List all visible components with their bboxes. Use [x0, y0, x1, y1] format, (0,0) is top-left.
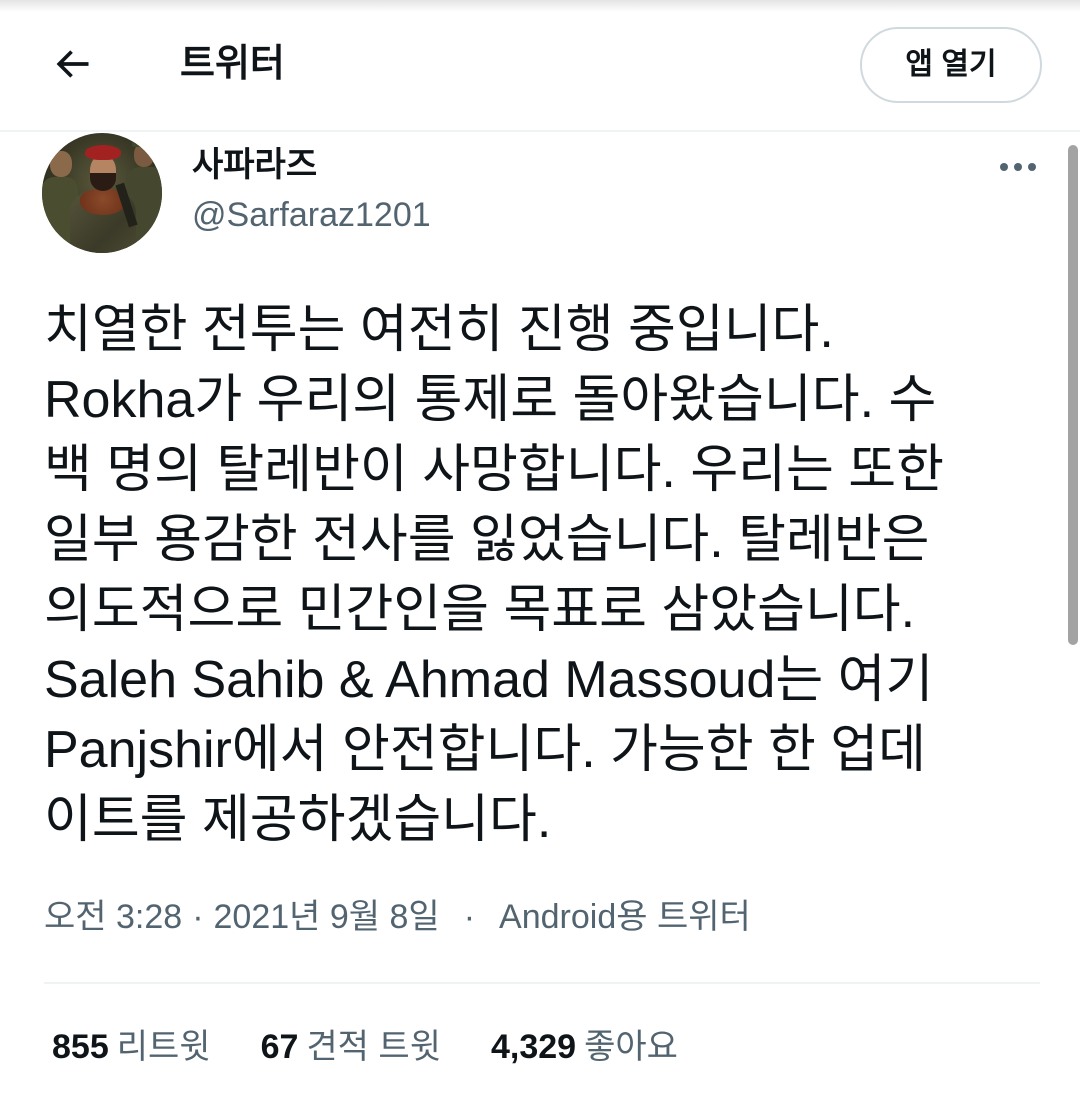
likes-stat[interactable]: 4,329 좋아요	[491, 1027, 678, 1067]
avatar[interactable]	[42, 133, 162, 253]
meta-separator: ·	[192, 898, 204, 936]
quote-tweets-count: 67	[260, 1028, 299, 1066]
tweet-line: 치열한 전투는 여전히 진행 중입니다.	[44, 301, 834, 359]
back-arrow-icon	[56, 50, 89, 78]
quote-tweets-label: 견적 트윗	[306, 1028, 441, 1066]
scrollbar-thumb[interactable]	[1068, 145, 1078, 645]
tweet-page: 트위터 앱 열기 사파라즈 @Sarfaraz1201 치열한 전투는 여전히 …	[0, 0, 1080, 1098]
page-title: 트위터	[180, 43, 285, 85]
back-button[interactable]	[48, 40, 96, 88]
tweet-line: 일부 용감한 전사를 잃었습니다. 탈레반은	[44, 511, 930, 569]
retweets-stat[interactable]: 855 리트윗	[52, 1027, 211, 1067]
tweet-stats: 855 리트윗 67 견적 트윗 4,329 좋아요	[52, 1027, 1042, 1067]
tweet-text: 치열한 전투는 여전히 진행 중입니다. Rokha가 우리의 통제로 돌아왔습…	[44, 295, 1044, 855]
tweet-line: 백 명의 탈레반이 사망합니다. 우리는 또한	[44, 441, 944, 499]
avatar-bg-head-left	[50, 151, 72, 177]
more-options-button[interactable]	[996, 152, 1040, 182]
avatar-bg-cap-right	[132, 137, 156, 147]
tweet-time[interactable]: 오전 3:28	[44, 898, 182, 936]
more-icon	[1000, 163, 1036, 171]
likes-count: 4,329	[490, 1028, 577, 1066]
quote-tweets-stat[interactable]: 67 견적 트윗	[261, 1027, 441, 1067]
open-app-button[interactable]: 앱 열기	[860, 27, 1042, 103]
author-display-name[interactable]: 사파라즈	[192, 145, 317, 185]
divider	[44, 982, 1040, 984]
tweet-line: 의도적으로 민간인을 목표로 삼았습니다.	[44, 581, 916, 639]
likes-label: 좋아요	[584, 1028, 678, 1066]
tweet-line: 이트를 제공하겠습니다.	[44, 791, 552, 849]
retweets-count: 855	[52, 1028, 109, 1066]
retweets-label: 리트윗	[116, 1028, 211, 1066]
tweet-timestamp-row: 오전 3:28 · 2021년 9월 8일 · Android용 트위터	[44, 897, 1044, 937]
author-handle[interactable]: @Sarfaraz1201	[192, 195, 431, 235]
tweet-line: Panjshir에서 안전합니다. 가능한 한 업데	[44, 721, 927, 779]
header-bar: 트위터 앱 열기	[0, 0, 1080, 132]
avatar-beret	[85, 145, 121, 160]
tweet-date[interactable]: 2021년 9월 8일	[214, 898, 440, 936]
tweet-line: Saleh Sahib & Ahmad Massoud는 여기	[44, 651, 934, 709]
tweet-line: Rokha가 우리의 통제로 돌아왔습니다. 수	[44, 371, 937, 429]
meta-separator: ·	[463, 898, 476, 936]
tweet-source[interactable]: Android용 트위터	[499, 898, 751, 936]
